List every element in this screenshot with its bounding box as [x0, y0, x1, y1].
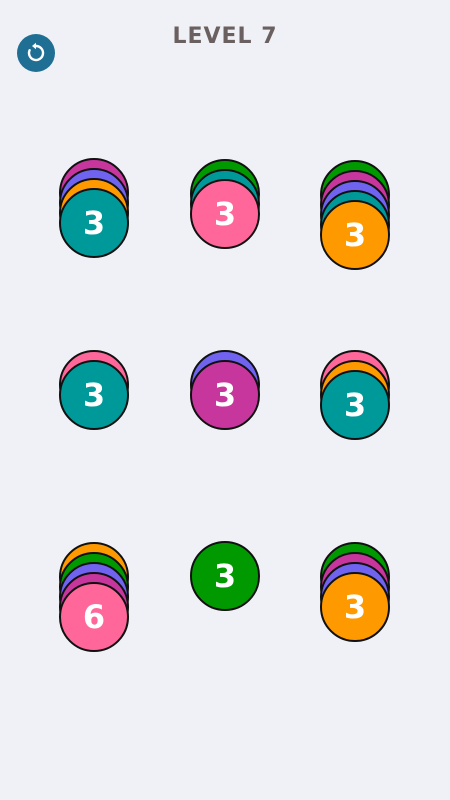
disc-count-label: 3	[343, 216, 367, 254]
top-disc-pink: 6	[59, 582, 129, 652]
disc-stack[interactable]: 3	[320, 542, 390, 642]
disc-stack[interactable]: 3	[320, 160, 390, 270]
top-disc-teal: 3	[59, 188, 129, 258]
disc-count-label: 3	[213, 195, 237, 233]
disc-stack[interactable]: 3	[190, 350, 260, 430]
disc-count-label: 3	[213, 557, 237, 595]
top-disc-teal: 3	[59, 360, 129, 430]
disc-count-label: 3	[82, 376, 106, 414]
game-board: 3 3 3 3 3 3 6 3 3	[0, 0, 450, 800]
disc-stack[interactable]: 3	[320, 350, 390, 440]
top-disc-teal: 3	[320, 370, 390, 440]
top-disc-orange: 3	[320, 200, 390, 270]
disc-count-label: 3	[343, 386, 367, 424]
disc-stack[interactable]: 3	[190, 159, 260, 249]
disc-stack[interactable]: 3	[59, 158, 129, 258]
disc-stack[interactable]: 6	[59, 542, 129, 652]
top-disc-green: 3	[190, 541, 260, 611]
top-disc-magenta: 3	[190, 360, 260, 430]
top-disc-orange: 3	[320, 572, 390, 642]
disc-count-label: 3	[82, 204, 106, 242]
disc-stack[interactable]: 3	[190, 541, 260, 611]
disc-stack[interactable]: 3	[59, 350, 129, 430]
disc-count-label: 3	[213, 376, 237, 414]
top-disc-pink: 3	[190, 179, 260, 249]
disc-count-label: 3	[343, 588, 367, 626]
disc-count-label: 6	[82, 598, 106, 636]
